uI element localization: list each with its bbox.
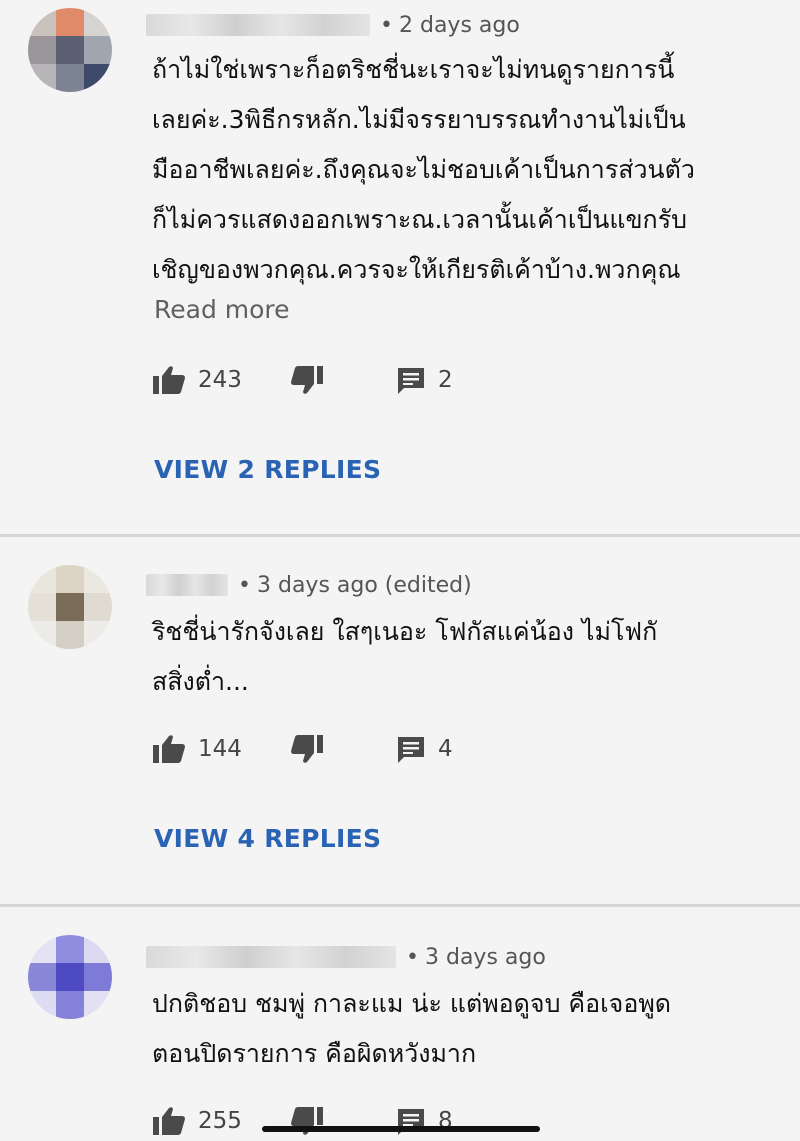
avatar[interactable] bbox=[28, 935, 112, 1019]
like-count: 243 bbox=[198, 367, 242, 393]
comment-text: ริชชี่น่ารักจังเลย ใสๆเนอะ โฟกัสแค่น้อง … bbox=[152, 607, 792, 707]
comment-thread: • 2 days ago ถ้าไม่ใช่เพราะก็อตริชชี่นะเ… bbox=[0, 0, 800, 534]
comment-timestamp: 2 days ago bbox=[398, 12, 520, 38]
comment-line: สสิ่งต่ำ... bbox=[152, 667, 249, 696]
author-name-blurred[interactable] bbox=[146, 946, 396, 968]
like-button[interactable]: 144 bbox=[152, 729, 242, 769]
like-button[interactable]: 243 bbox=[152, 360, 242, 400]
thumbs-down-icon bbox=[290, 365, 324, 395]
comment-meta: • 3 days ago (edited) bbox=[146, 570, 472, 600]
comment-meta: • 2 days ago bbox=[146, 10, 520, 40]
separator-dot: • bbox=[406, 944, 419, 970]
view-replies-button[interactable]: VIEW 4 REPLIES bbox=[154, 824, 381, 853]
comment-thread: • 3 days ago (edited) ริชชี่น่ารักจังเลย… bbox=[0, 537, 800, 904]
reply-button[interactable]: 2 bbox=[396, 360, 453, 400]
comment-reply-icon bbox=[396, 734, 426, 764]
comment-actions: 255 8 bbox=[152, 1101, 512, 1141]
thumbs-down-icon bbox=[290, 734, 324, 764]
comment-actions: 144 4 bbox=[152, 729, 512, 769]
home-indicator bbox=[262, 1126, 540, 1132]
thumbs-up-icon bbox=[152, 734, 186, 764]
comment-actions: 243 2 bbox=[152, 360, 512, 400]
comment-line: ริชชี่น่ารักจังเลย ใสๆเนอะ โฟกัสแค่น้อง … bbox=[152, 617, 658, 646]
avatar[interactable] bbox=[28, 8, 112, 92]
read-more-link[interactable]: Read more bbox=[154, 295, 290, 324]
dislike-button[interactable] bbox=[290, 360, 324, 400]
comment-reply-icon bbox=[396, 365, 426, 395]
author-name-blurred[interactable] bbox=[146, 574, 228, 596]
comment-line: ตอนปิดรายการ คือผิดหวังมาก bbox=[152, 1039, 477, 1068]
comment-line: ปกติชอบ ชมพู่ กาละแม น่ะ แต่พอดูจบ คือเจ… bbox=[152, 989, 672, 1018]
comment-line: ก็ไม่ควรแสดงออกเพราะณ.เวลานั้นเค้าเป็นแข… bbox=[152, 205, 687, 234]
like-count: 255 bbox=[198, 1108, 242, 1134]
like-count: 144 bbox=[198, 736, 242, 762]
dislike-button[interactable] bbox=[290, 1101, 324, 1141]
comment-timestamp: 3 days ago (edited) bbox=[256, 572, 472, 598]
comment-line: เลยค่ะ.3พิธีกรหลัก.ไม่มีจรรยาบรรณทำงานไม… bbox=[152, 105, 686, 134]
comment-line: มืออาชีพเลยค่ะ.ถึงคุณจะไม่ชอบเค้าเป็นการ… bbox=[152, 155, 695, 184]
view-replies-button[interactable]: VIEW 2 REPLIES bbox=[154, 455, 381, 484]
like-button[interactable]: 255 bbox=[152, 1101, 242, 1141]
comment-thread: • 3 days ago ปกติชอบ ชมพู่ กาละแม น่ะ แต… bbox=[0, 907, 800, 1135]
thumbs-up-icon bbox=[152, 365, 186, 395]
reply-button[interactable]: 8 bbox=[396, 1101, 453, 1141]
avatar[interactable] bbox=[28, 565, 112, 649]
reply-button[interactable]: 4 bbox=[396, 729, 453, 769]
author-name-blurred[interactable] bbox=[146, 14, 370, 36]
dislike-button[interactable] bbox=[290, 729, 324, 769]
separator-dot: • bbox=[238, 572, 251, 598]
comment-text: ถ้าไม่ใช่เพราะก็อตริชชี่นะเราจะไม่ทนดูรา… bbox=[152, 45, 792, 295]
comment-line: ถ้าไม่ใช่เพราะก็อตริชชี่นะเราจะไม่ทนดูรา… bbox=[152, 55, 675, 84]
reply-count: 4 bbox=[438, 736, 453, 762]
comment-line: เชิญของพวกคุณ.ควรจะให้เกียรติเค้าบ้าง.พว… bbox=[152, 255, 681, 284]
reply-count: 2 bbox=[438, 367, 453, 393]
comment-text: ปกติชอบ ชมพู่ กาละแม น่ะ แต่พอดูจบ คือเจ… bbox=[152, 979, 792, 1079]
comment-meta: • 3 days ago bbox=[146, 942, 546, 972]
separator-dot: • bbox=[380, 12, 393, 38]
comment-timestamp: 3 days ago bbox=[424, 944, 546, 970]
